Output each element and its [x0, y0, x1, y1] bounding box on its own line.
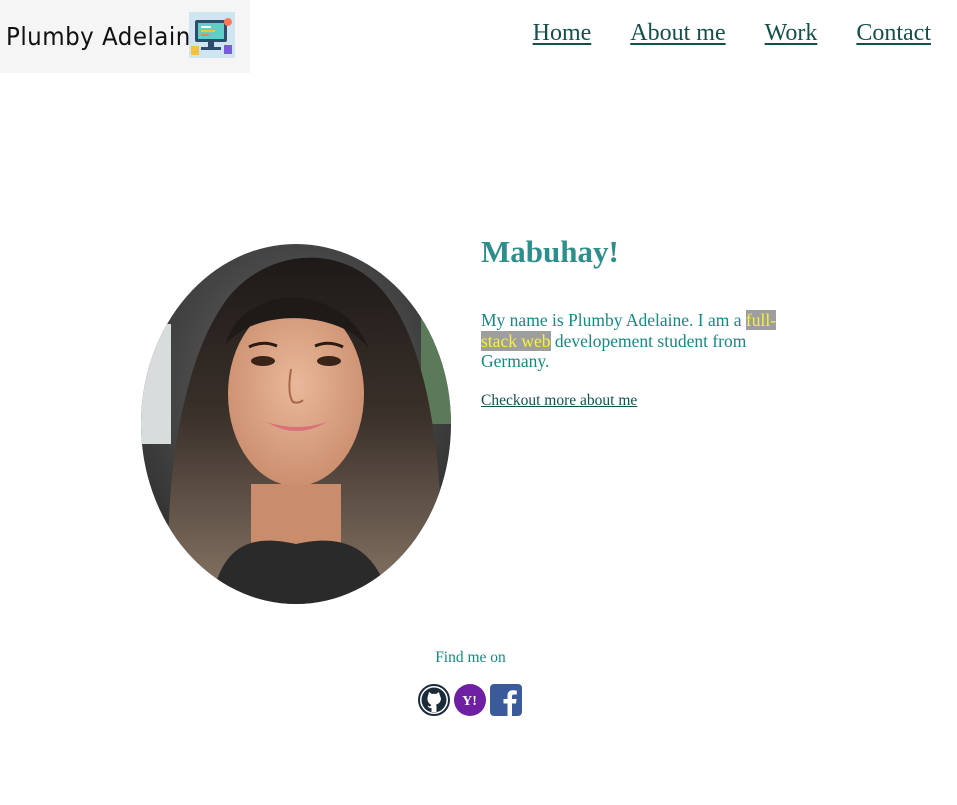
- developer-desk-icon: [189, 12, 235, 58]
- bio-prefix: My name is Plumby Adelaine. I am a: [481, 310, 746, 331]
- intro-section: Mabuhay! My name is Plumby Adelaine. I a…: [481, 232, 801, 410]
- site-logo[interactable]: Plumby Adelaine: [0, 0, 250, 73]
- social-links: Y!: [418, 684, 522, 716]
- yahoo-icon[interactable]: Y!: [454, 684, 486, 716]
- nav-home[interactable]: Home: [533, 20, 592, 47]
- find-me-label: Find me on: [435, 649, 506, 666]
- nav-contact[interactable]: Contact: [856, 20, 931, 47]
- facebook-icon[interactable]: [490, 684, 522, 716]
- github-icon[interactable]: [418, 684, 450, 716]
- main-nav: Home About me Work Contact: [533, 20, 931, 47]
- nav-about-me[interactable]: About me: [630, 20, 725, 47]
- nav-work[interactable]: Work: [765, 20, 818, 47]
- profile-photo: [141, 244, 451, 604]
- logo-text: Plumby Adelaine: [6, 22, 206, 51]
- checkout-more-link[interactable]: Checkout more about me: [481, 392, 637, 410]
- svg-text:Y!: Y!: [462, 694, 477, 709]
- greeting-heading: Mabuhay!: [481, 234, 619, 269]
- bio-text: My name is Plumby Adelaine. I am a full-…: [481, 310, 793, 372]
